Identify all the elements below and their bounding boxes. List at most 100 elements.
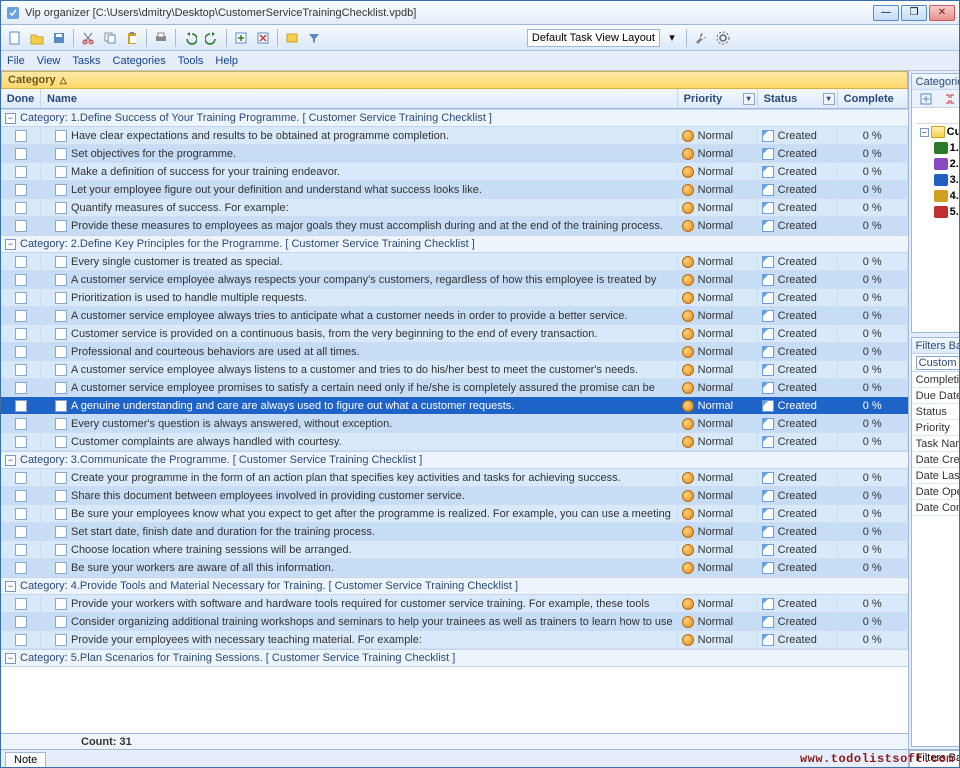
cell-status[interactable]: Created	[758, 289, 838, 306]
filter-custom-input[interactable]: Custom	[916, 356, 959, 370]
table-row[interactable]: Let your employee figure out your defini…	[1, 181, 908, 199]
cell-status[interactable]: Created	[758, 379, 838, 396]
checkbox-icon[interactable]	[55, 346, 67, 358]
checkbox-icon[interactable]	[55, 616, 67, 628]
cell-done[interactable]	[1, 325, 41, 342]
table-row[interactable]: Customer complaints are always handled w…	[1, 433, 908, 451]
cell-done[interactable]	[1, 361, 41, 378]
cell-status[interactable]: Created	[758, 415, 838, 432]
table-row[interactable]: Every single customer is treated as spec…	[1, 253, 908, 271]
menu-file[interactable]: File	[7, 55, 25, 67]
checkbox-icon[interactable]	[55, 130, 67, 142]
table-row[interactable]: Every customer's question is always answ…	[1, 415, 908, 433]
group-header[interactable]: −Category: 2.Define Key Principles for t…	[1, 235, 908, 253]
dropdown-icon[interactable]: ▾	[743, 93, 755, 105]
checkbox-icon[interactable]	[15, 526, 27, 538]
filter-row[interactable]: Priority▾	[912, 420, 959, 436]
cell-priority[interactable]: Normal	[678, 325, 758, 342]
cell-status[interactable]: Created	[758, 127, 838, 144]
filter-row[interactable]: Date Completed▾	[912, 500, 959, 516]
table-row[interactable]: Quantify measures of success. For exampl…	[1, 199, 908, 217]
cut-icon[interactable]	[78, 28, 98, 48]
cell-status[interactable]: Created	[758, 145, 838, 162]
cell-priority[interactable]: Normal	[678, 397, 758, 414]
checkbox-icon[interactable]	[55, 310, 67, 322]
cell-done[interactable]	[1, 127, 41, 144]
checkbox-icon[interactable]	[15, 544, 27, 556]
cell-status[interactable]: Created	[758, 559, 838, 576]
menu-categories[interactable]: Categories	[113, 55, 166, 67]
cell-done[interactable]	[1, 559, 41, 576]
cell-done[interactable]	[1, 271, 41, 288]
checkbox-icon[interactable]	[15, 382, 27, 394]
cell-done[interactable]	[1, 505, 41, 522]
cell-done[interactable]	[1, 217, 41, 234]
cell-priority[interactable]: Normal	[678, 145, 758, 162]
cell-priority[interactable]: Normal	[678, 433, 758, 450]
filter-row[interactable]: Completion▾	[912, 372, 959, 388]
menu-help[interactable]: Help	[215, 55, 238, 67]
checkbox-icon[interactable]	[15, 346, 27, 358]
cell-done[interactable]	[1, 469, 41, 486]
cell-priority[interactable]: Normal	[678, 217, 758, 234]
tree-item[interactable]: 2.Define Key Principles for the1111	[916, 156, 959, 172]
expand-icon[interactable]: −	[5, 239, 16, 250]
tree-item[interactable]: 1.Define Success of Your Train66	[916, 140, 959, 156]
checkbox-icon[interactable]	[55, 598, 67, 610]
table-row[interactable]: Make a definition of success for your tr…	[1, 163, 908, 181]
checkbox-icon[interactable]	[55, 526, 67, 538]
cell-status[interactable]: Created	[758, 523, 838, 540]
checkbox-icon[interactable]	[55, 256, 67, 268]
minimize-button[interactable]: —	[873, 5, 899, 21]
table-row[interactable]: Set start date, finish date and duration…	[1, 523, 908, 541]
cell-status[interactable]: Created	[758, 469, 838, 486]
cell-done[interactable]	[1, 145, 41, 162]
cell-done[interactable]	[1, 343, 41, 360]
checkbox-icon[interactable]	[55, 544, 67, 556]
cell-priority[interactable]: Normal	[678, 181, 758, 198]
expand-icon[interactable]: −	[5, 113, 16, 124]
checkbox-icon[interactable]	[15, 562, 27, 574]
col-done[interactable]: Done	[1, 89, 41, 108]
checkbox-icon[interactable]	[15, 400, 27, 412]
cell-priority[interactable]: Normal	[678, 595, 758, 612]
checkbox-icon[interactable]	[55, 292, 67, 304]
expand-icon[interactable]: −	[5, 455, 16, 466]
table-row[interactable]: Be sure your workers are aware of all th…	[1, 559, 908, 577]
tree-item[interactable]: 4.Provide Tools and Material N33	[916, 188, 959, 204]
layout-dropdown-icon[interactable]: ▾	[662, 28, 682, 48]
table-row[interactable]: Share this document between employees in…	[1, 487, 908, 505]
checkbox-icon[interactable]	[55, 436, 67, 448]
grid-body[interactable]: −Category: 1.Define Success of Your Trai…	[1, 109, 908, 733]
checkbox-icon[interactable]	[15, 202, 27, 214]
checkbox-icon[interactable]	[55, 472, 67, 484]
table-row[interactable]: Consider organizing additional training …	[1, 613, 908, 631]
col-complete[interactable]: Complete	[838, 89, 908, 108]
checkbox-icon[interactable]	[55, 184, 67, 196]
cell-priority[interactable]: Normal	[678, 469, 758, 486]
group-header[interactable]: −Category: 3.Communicate the Programme. …	[1, 451, 908, 469]
checkbox-icon[interactable]	[15, 328, 27, 340]
menu-view[interactable]: View	[37, 55, 61, 67]
table-row[interactable]: Professional and courteous behaviors are…	[1, 343, 908, 361]
cell-priority[interactable]: Normal	[678, 613, 758, 630]
cell-done[interactable]	[1, 307, 41, 324]
cell-priority[interactable]: Normal	[678, 253, 758, 270]
cell-status[interactable]: Created	[758, 541, 838, 558]
cell-priority[interactable]: Normal	[678, 505, 758, 522]
cell-priority[interactable]: Normal	[678, 199, 758, 216]
table-row[interactable]: Provide your employees with necessary te…	[1, 631, 908, 649]
filter-row[interactable]: Date Created▾	[912, 452, 959, 468]
checkbox-icon[interactable]	[15, 148, 27, 160]
table-row[interactable]: Create your programme in the form of an …	[1, 469, 908, 487]
cell-status[interactable]: Created	[758, 253, 838, 270]
checkbox-icon[interactable]	[55, 508, 67, 520]
checkbox-icon[interactable]	[15, 616, 27, 628]
tree-item[interactable]: −Customer Service Training Che3131	[916, 124, 959, 140]
table-row[interactable]: Set objectives for the programme.NormalC…	[1, 145, 908, 163]
cell-priority[interactable]: Normal	[678, 559, 758, 576]
table-row[interactable]: A genuine understanding and care are alw…	[1, 397, 908, 415]
checkbox-icon[interactable]	[15, 130, 27, 142]
table-row[interactable]: A customer service employee always respe…	[1, 271, 908, 289]
group-header[interactable]: −Category: 4.Provide Tools and Material …	[1, 577, 908, 595]
